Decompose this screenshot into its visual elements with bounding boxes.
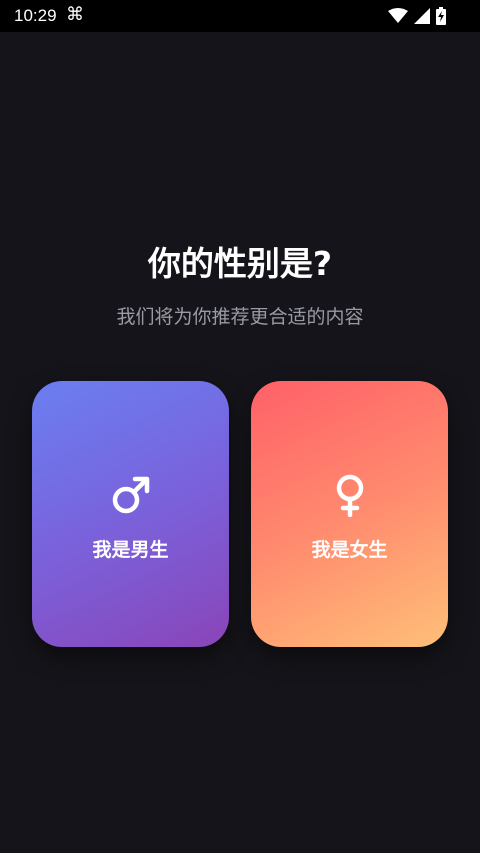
female-symbol-icon: [336, 474, 363, 517]
page-title: 你的性别是?: [147, 244, 333, 283]
wifi-icon: [388, 8, 408, 23]
battery-charging-icon: [436, 7, 446, 25]
status-time: 10:29: [14, 6, 57, 25]
male-option-card[interactable]: 我是男生: [32, 381, 229, 647]
page-subtitle: 我们将为你推荐更合适的内容: [116, 306, 364, 328]
male-symbol-icon: [112, 476, 149, 513]
status-bar: 10:29 ⌘: [0, 0, 480, 32]
male-option-label: 我是男生: [92, 538, 169, 561]
app-notification-icon: ⌘: [66, 4, 84, 25]
female-option-label: 我是女生: [311, 538, 388, 561]
status-icons: [388, 7, 446, 25]
female-option-card[interactable]: 我是女生: [251, 381, 448, 647]
cellular-signal-icon: [414, 8, 430, 24]
gender-select-screen: 你的性别是? 我们将为你推荐更合适的内容 我是男生 我是女生: [0, 32, 480, 853]
